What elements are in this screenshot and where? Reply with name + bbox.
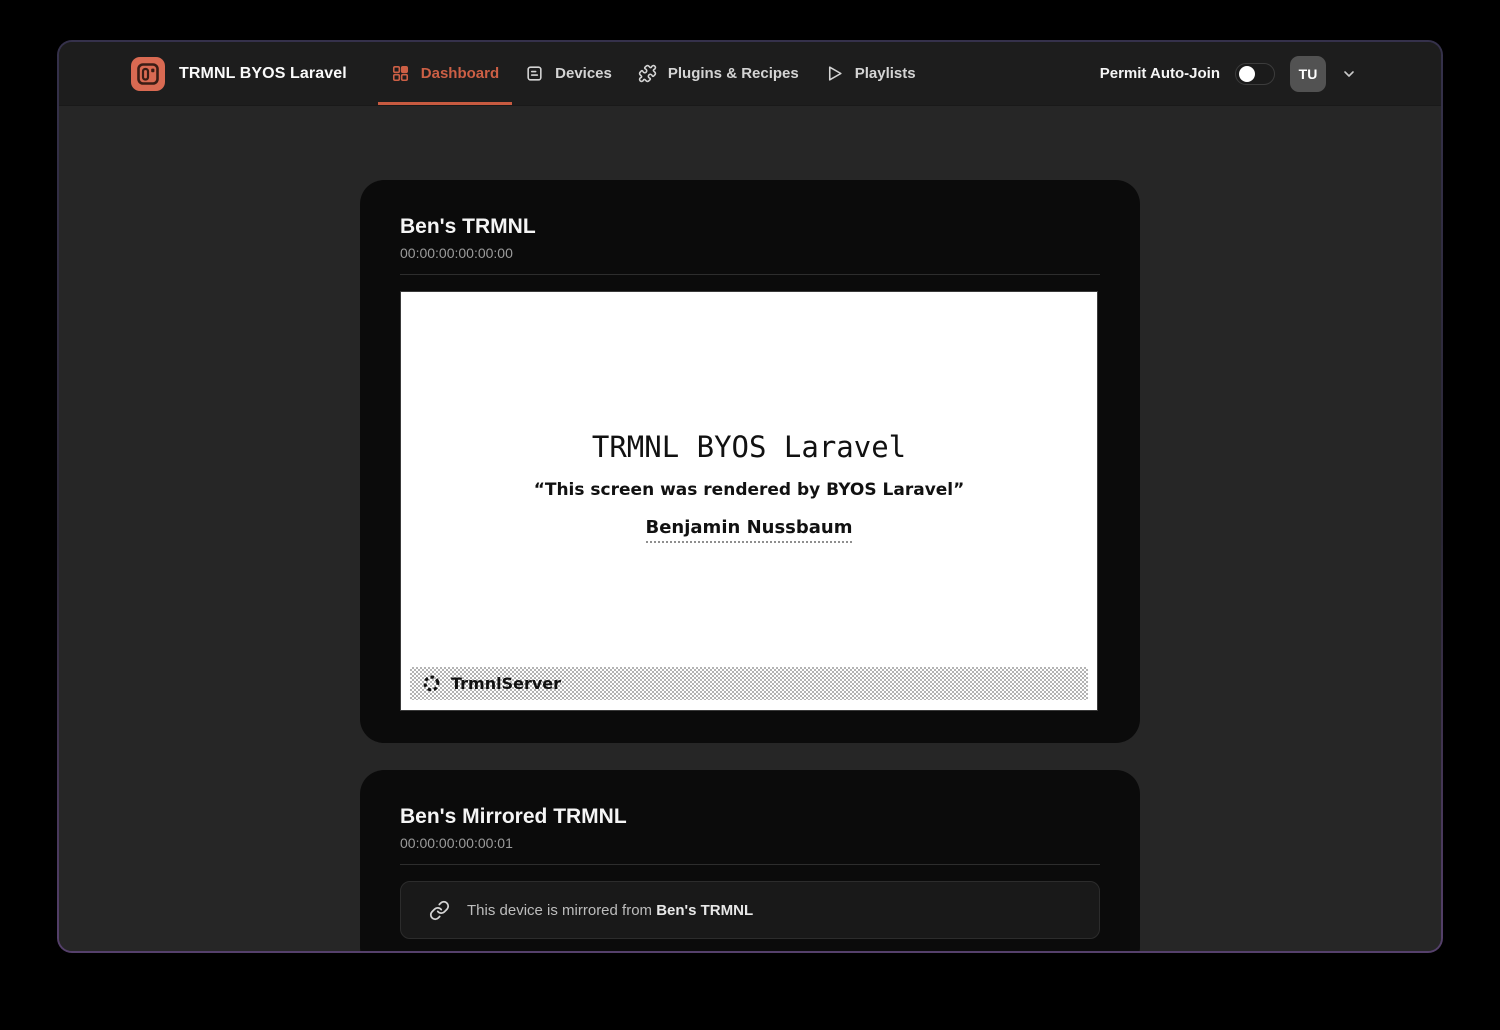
puzzle-icon: [638, 64, 657, 83]
navbar-right: Permit Auto-Join TU: [1100, 42, 1357, 105]
screen-title: TRMNL BYOS Laravel: [592, 430, 906, 464]
device-name: Ben's TRMNL: [400, 214, 1100, 240]
user-menu-chevron[interactable]: [1341, 66, 1357, 82]
device-mac-address: 00:00:00:00:00:00: [400, 244, 1100, 262]
chevron-down-icon: [1341, 66, 1357, 82]
device-card-bens-mirrored-trmnl: Ben's Mirrored TRMNL 00:00:00:00:00:01 T…: [360, 770, 1140, 951]
navbar: TRMNL BYOS Laravel Dashboard: [59, 42, 1441, 106]
nav-item-label: Playlists: [855, 65, 916, 82]
link-icon: [429, 900, 450, 921]
permit-auto-join-label: Permit Auto-Join: [1100, 65, 1220, 82]
mirror-notice-text: This device is mirrored from Ben's TRMNL: [467, 902, 753, 919]
permit-auto-join-toggle[interactable]: [1235, 63, 1275, 85]
device-mac-address: 00:00:00:00:00:01: [400, 834, 1100, 852]
nav-item-playlists[interactable]: Playlists: [812, 42, 929, 105]
device-screen-preview: TRMNL BYOS Laravel “This screen was rend…: [400, 291, 1098, 711]
nav-item-devices[interactable]: Devices: [512, 42, 625, 105]
play-icon: [825, 64, 844, 83]
spinner-icon: [422, 674, 441, 693]
screen-quote: “This screen was rendered by BYOS Larave…: [534, 480, 965, 500]
screen-author-link: Benjamin Nussbaum: [646, 517, 853, 543]
toggle-knob: [1239, 66, 1255, 82]
app-window-frame: TRMNL BYOS Laravel Dashboard: [57, 40, 1443, 953]
nav-item-label: Plugins & Recipes: [668, 65, 799, 82]
nav-item-plugins-recipes[interactable]: Plugins & Recipes: [625, 42, 812, 105]
card-divider: [400, 864, 1100, 865]
nav-item-label: Dashboard: [421, 65, 499, 82]
brand[interactable]: TRMNL BYOS Laravel: [131, 42, 347, 105]
device-list-icon: [525, 64, 544, 83]
screen-titlebar-label: TrmnlServer: [451, 674, 561, 693]
card-divider: [400, 274, 1100, 275]
device-name: Ben's Mirrored TRMNL: [400, 804, 1100, 830]
nav-items: Dashboard Devices Plugins & Recipes: [378, 42, 929, 105]
app-window: TRMNL BYOS Laravel Dashboard: [59, 42, 1441, 951]
nav-item-dashboard[interactable]: Dashboard: [378, 42, 512, 105]
trmnl-logo-icon: [131, 57, 165, 91]
screen-titlebar: TrmnlServer: [410, 667, 1088, 700]
main-content: Ben's TRMNL 00:00:00:00:00:00 TRMNL BYOS…: [59, 106, 1441, 951]
user-avatar[interactable]: TU: [1290, 56, 1326, 92]
mirror-notice: This device is mirrored from Ben's TRMNL: [400, 881, 1100, 939]
grid-icon: [391, 64, 410, 83]
device-card-bens-trmnl: Ben's TRMNL 00:00:00:00:00:00 TRMNL BYOS…: [360, 180, 1140, 743]
mirror-source-device: Ben's TRMNL: [656, 902, 753, 919]
brand-title: TRMNL BYOS Laravel: [179, 65, 347, 83]
nav-item-label: Devices: [555, 65, 612, 82]
